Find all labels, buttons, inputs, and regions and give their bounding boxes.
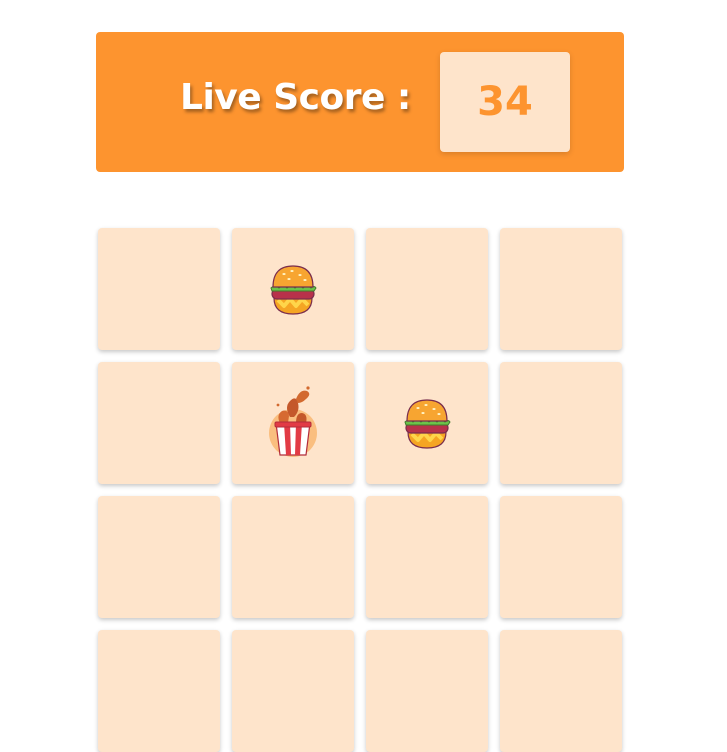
memory-card[interactable]	[98, 228, 220, 350]
score-banner: Live Score : 34	[96, 32, 624, 172]
memory-card[interactable]	[366, 228, 488, 350]
memory-card[interactable]	[500, 362, 622, 484]
score-label: Live Score :	[180, 77, 411, 118]
memory-card[interactable]	[98, 496, 220, 618]
memory-card[interactable]	[232, 496, 354, 618]
fried-chicken-bucket-icon	[262, 383, 324, 463]
memory-card[interactable]	[366, 630, 488, 752]
memory-card[interactable]	[232, 630, 354, 752]
burger-icon	[262, 258, 324, 320]
burger-icon	[396, 392, 458, 454]
memory-card[interactable]	[366, 496, 488, 618]
memory-card[interactable]	[232, 362, 354, 484]
memory-card[interactable]	[232, 228, 354, 350]
score-value: 34	[440, 52, 570, 152]
memory-card[interactable]	[500, 228, 622, 350]
memory-card[interactable]	[366, 362, 488, 484]
card-grid	[98, 228, 622, 752]
memory-card[interactable]	[500, 496, 622, 618]
memory-card[interactable]	[500, 630, 622, 752]
memory-card[interactable]	[98, 630, 220, 752]
memory-card[interactable]	[98, 362, 220, 484]
